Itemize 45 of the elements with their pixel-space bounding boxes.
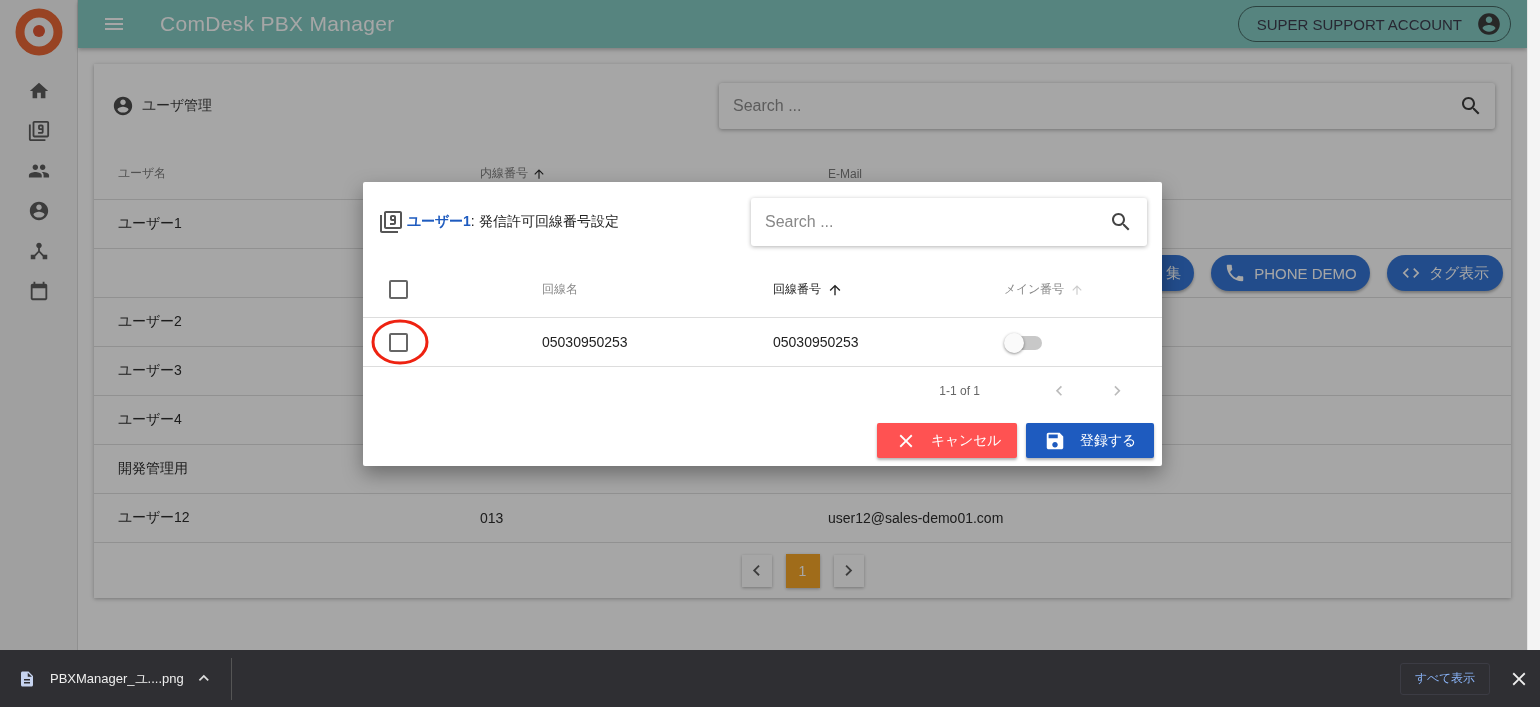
chevron-left-icon bbox=[1054, 385, 1064, 397]
checkbox[interactable] bbox=[389, 280, 408, 299]
search-field[interactable]: Search ... bbox=[731, 96, 1459, 116]
file-name[interactable]: PBXManager_ユ....png bbox=[50, 669, 184, 688]
next-page-button[interactable] bbox=[833, 554, 864, 587]
page-range: 1-1 of 1 bbox=[939, 384, 980, 398]
checkbox[interactable] bbox=[389, 332, 408, 352]
logo-icon[interactable] bbox=[13, 7, 64, 57]
chevron-left-icon bbox=[751, 564, 762, 577]
table-cell: user12@sales-demo01.com bbox=[828, 510, 1004, 526]
numbered-pages-icon bbox=[379, 210, 403, 234]
tag-display-button[interactable]: タグ表示 bbox=[1387, 255, 1503, 291]
phone-demo-button[interactable]: PHONE DEMO bbox=[1211, 255, 1370, 291]
previous-page-button[interactable] bbox=[741, 554, 772, 587]
chevron-right-icon bbox=[843, 564, 854, 577]
save-button[interactable]: 登録する bbox=[1026, 423, 1154, 458]
numbered-pages-icon[interactable] bbox=[27, 120, 50, 142]
table-cell: 開発管理用 bbox=[118, 460, 188, 476]
page-button[interactable]: 1 bbox=[785, 553, 820, 588]
show-all-button[interactable]: すべて表示 bbox=[1400, 662, 1490, 695]
column-header[interactable]: E-Mail bbox=[828, 166, 1511, 181]
dialog-title: ユーザー1: 発信許可回線番号設定 bbox=[407, 213, 619, 231]
table-cell: ユーザー4 bbox=[118, 411, 182, 427]
chevron-right-icon bbox=[1112, 385, 1122, 397]
account-icon bbox=[112, 95, 134, 117]
table-cell: ユーザー1 bbox=[118, 215, 182, 231]
cancel-button[interactable]: キャンセル bbox=[877, 423, 1017, 458]
chevron-up-icon bbox=[197, 674, 210, 683]
table-cell: ユーザー3 bbox=[118, 362, 182, 378]
account-icon bbox=[1476, 11, 1502, 37]
table-cell: ユーザー2 bbox=[118, 313, 182, 329]
scrollbar[interactable] bbox=[1527, 0, 1540, 650]
table-cell: ユーザー12 bbox=[118, 509, 190, 525]
app-title: ComDesk PBX Manager bbox=[160, 12, 396, 36]
file-icon bbox=[18, 669, 36, 688]
page-title: ユーザ管理 bbox=[142, 97, 212, 115]
table-cell: 05030950253 bbox=[773, 334, 859, 350]
toggle-switch[interactable] bbox=[1006, 336, 1042, 351]
column-header[interactable]: 回線番号 bbox=[773, 281, 1004, 298]
column-header[interactable]: 内線番号 bbox=[480, 165, 828, 182]
column-header[interactable]: ユーザ名 bbox=[118, 165, 480, 182]
table-cell: 013 bbox=[480, 510, 504, 526]
table-cell: 05030950253 bbox=[542, 334, 628, 350]
column-header[interactable]: 回線名 bbox=[542, 281, 773, 298]
account-icon[interactable] bbox=[27, 200, 50, 222]
